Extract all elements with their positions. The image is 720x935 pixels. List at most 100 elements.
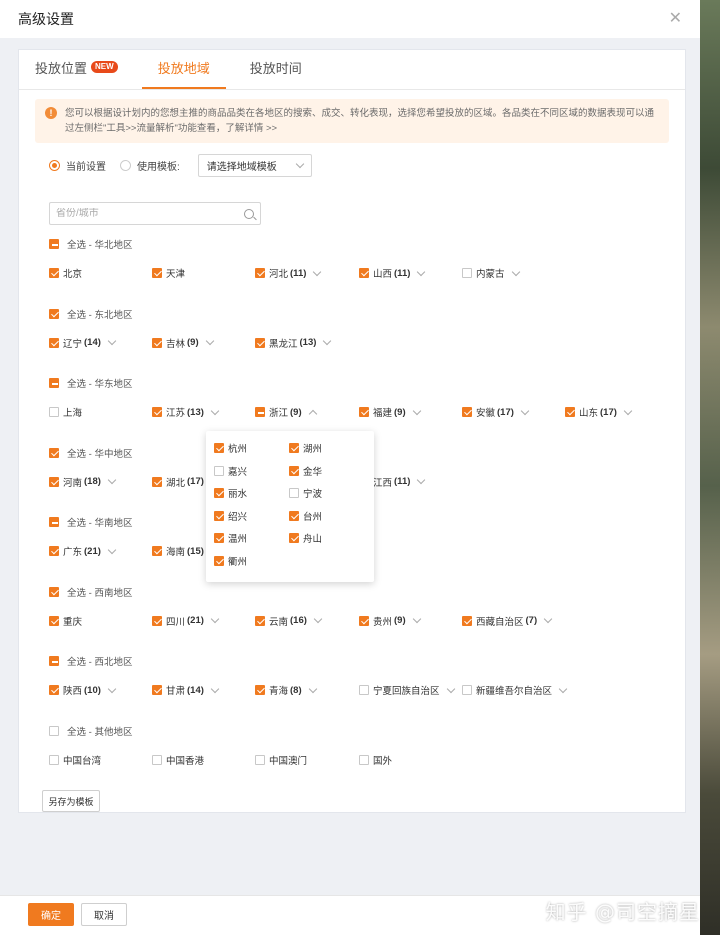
close-icon[interactable]: ✕ [669,11,682,27]
chevron-down-icon[interactable] [417,475,426,485]
province-item[interactable]: 青海 (8) [255,683,317,697]
checkbox-icon [255,337,265,348]
province-item[interactable]: 中国台湾 [49,753,101,767]
province-item[interactable]: 贵州 (9) [359,614,421,628]
province-item[interactable]: 国外 [359,753,392,767]
province-item[interactable]: 山东 (17) [565,405,633,419]
city-item[interactable]: 舟山 [289,531,322,545]
chevron-down-icon[interactable] [313,267,322,276]
region-header[interactable]: 全选 - 东北地区 [49,307,132,321]
province-name: 辽宁 [63,338,83,350]
city-count: (17) [600,406,617,418]
chevron-down-icon[interactable] [107,336,117,346]
current-setting-radio[interactable]: 当前设置 [49,158,106,173]
province-item[interactable]: 内蒙古 [462,266,520,280]
checkbox-icon [359,754,369,765]
city-item[interactable]: 宁波 [289,486,322,500]
save-template-button[interactable]: 另存为模板 [42,790,100,812]
chevron-down-icon[interactable] [308,684,317,693]
confirm-button[interactable]: 确定 [28,903,74,926]
chevron-down-icon[interactable] [107,545,117,554]
province-item[interactable]: 山西 (11) [359,266,426,280]
province-item[interactable]: 四川 (21) [152,614,220,628]
region-label: 全选 - 其他地区 [67,726,133,738]
chevron-down-icon[interactable] [205,336,214,346]
province-item[interactable]: 安徽 (17) [462,405,530,419]
city-item[interactable]: 金华 [289,464,322,478]
use-template-radio[interactable]: 使用模板: [120,158,180,173]
search-input[interactable] [56,208,244,219]
region-header[interactable]: 全选 - 华东地区 [49,376,132,390]
tab-region[interactable]: 投放地域 [141,50,226,89]
province-item[interactable]: 广东 (21) [49,544,117,558]
province-item[interactable]: 河南 (18) [49,475,117,489]
search-icon[interactable] [244,208,254,219]
city-item[interactable]: 温州 [214,531,247,545]
province-item[interactable]: 河北 (11) [255,266,322,280]
tab-time[interactable]: 投放时间 [240,50,312,89]
chevron-down-icon[interactable] [313,614,323,624]
province-item[interactable]: 陕西 (10) [49,683,117,697]
template-select[interactable]: 请选择地域模板 [197,154,312,177]
checkbox-icon [49,586,59,597]
province-item[interactable]: 吉林 (9) [152,336,214,350]
cancel-button[interactable]: 取消 [81,903,127,926]
province-name: 广东 [63,547,83,558]
province-item[interactable]: 重庆 [49,614,82,628]
city-item[interactable]: 衢州 [214,554,247,568]
chevron-down-icon[interactable] [107,475,117,485]
region-header[interactable]: 全选 - 西北地区 [49,654,132,668]
province-item[interactable]: 天津 [152,266,185,280]
region-header[interactable]: 全选 - 华南地区 [49,515,132,529]
chevron-down-icon[interactable] [412,614,421,624]
chevron-down-icon[interactable] [210,684,220,693]
chevron-up-icon[interactable] [308,409,317,418]
city-item[interactable]: 绍兴 [214,509,247,523]
province-item[interactable]: 浙江 (9) [255,405,317,419]
notice-text: 您可以根据设计划内的您想主推的商品品类在各地区的搜索、成交、转化表现，选择您希望… [65,108,655,134]
province-item[interactable]: 中国香港 [152,753,204,767]
province-item[interactable]: 北京 [49,266,82,280]
province-name: 上海 [63,408,83,419]
background-photo [700,0,720,935]
chevron-down-icon[interactable] [446,684,455,693]
checkbox-icon [152,546,162,556]
region-header[interactable]: 全选 - 华北地区 [49,237,132,251]
province-item[interactable]: 上海 [49,405,82,419]
province-item[interactable]: 江苏 (13) [152,405,220,419]
province-item[interactable]: 宁夏回族自治区 [359,683,455,697]
city-item[interactable]: 嘉兴 [214,464,247,478]
city-item[interactable]: 杭州 [214,441,247,455]
province-item[interactable]: 甘肃 (14) [152,683,220,697]
chevron-down-icon[interactable] [623,406,633,415]
city-count: (11) [394,476,411,487]
tab-placement[interactable]: 投放位置 NEW [25,50,128,89]
province-item[interactable]: 福建 (9) [359,405,421,419]
chevron-down-icon[interactable] [210,406,220,415]
province-item[interactable]: 新疆维吾尔自治区 [462,683,568,697]
province-item[interactable]: 中国澳门 [255,753,307,767]
chevron-down-icon[interactable] [323,336,332,346]
chevron-down-icon[interactable] [520,406,530,415]
region-header[interactable]: 全选 - 华中地区 [49,446,132,460]
chevron-down-icon[interactable] [417,267,426,276]
city-item[interactable]: 台州 [289,509,322,523]
chevron-down-icon[interactable] [543,614,553,624]
region-header[interactable]: 全选 - 西南地区 [49,585,132,599]
province-item[interactable]: 西藏自治区 (7) [462,614,553,628]
city-item[interactable]: 湖州 [289,441,322,455]
chevron-down-icon[interactable] [107,684,117,693]
city-item[interactable]: 丽水 [214,486,247,500]
city-count: (17) [187,476,204,487]
chevron-down-icon[interactable] [412,406,421,415]
chevron-down-icon[interactable] [210,614,220,624]
checkbox-icon [49,546,59,556]
chevron-down-icon[interactable] [558,684,568,693]
province-item[interactable]: 辽宁 (14) [49,336,117,350]
province-item[interactable]: 云南 (16) [255,614,323,628]
province-item[interactable]: 黑龙江 (13) [255,336,332,350]
chevron-down-icon[interactable] [511,267,520,276]
region-header[interactable]: 全选 - 其他地区 [49,724,132,738]
checkbox-icon [214,510,224,521]
province-name: 江西 [373,477,393,489]
